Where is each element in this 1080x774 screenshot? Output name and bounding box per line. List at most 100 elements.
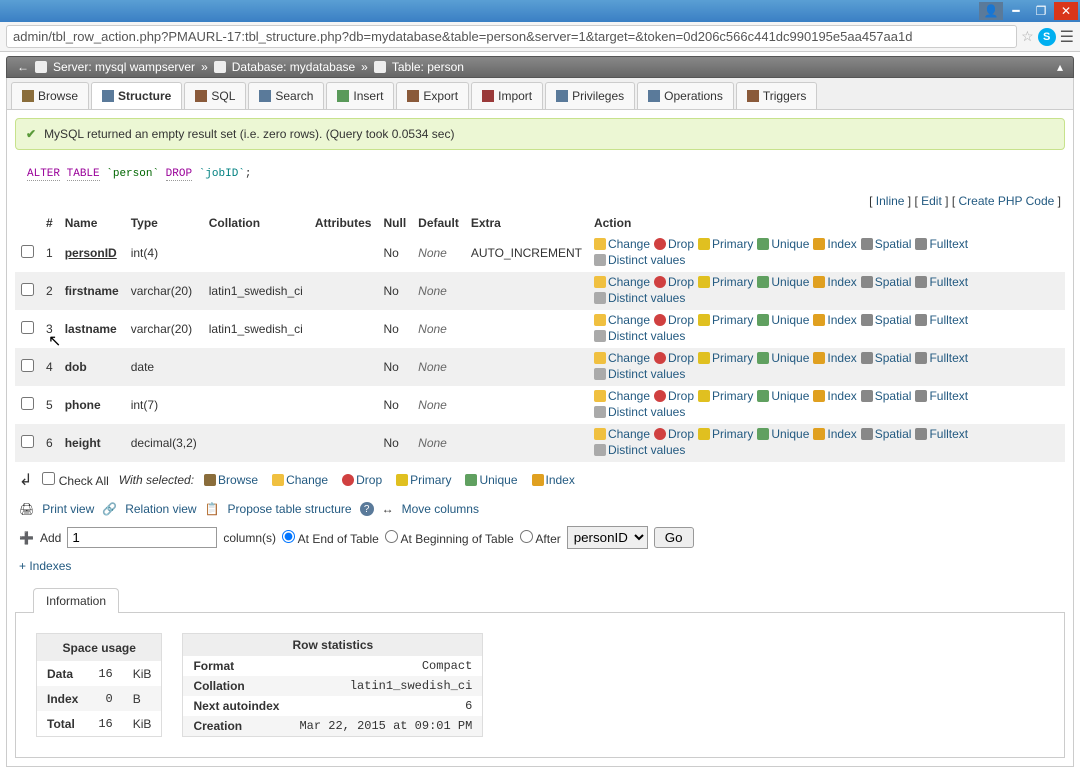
tab-operations[interactable]: Operations	[637, 82, 734, 109]
fulltext-link[interactable]: Fulltext	[915, 389, 968, 403]
help-icon[interactable]: ?	[360, 502, 374, 516]
after-radio[interactable]: After	[520, 530, 561, 546]
tab-sql[interactable]: SQL	[184, 82, 246, 109]
bulk-drop[interactable]: Drop	[342, 473, 382, 487]
unique-link[interactable]: Unique	[757, 275, 809, 289]
primary-link[interactable]: Primary	[698, 275, 753, 289]
move-columns[interactable]: Move columns	[402, 502, 479, 516]
distinct-link[interactable]: Distinct values	[594, 291, 685, 305]
change-link[interactable]: Change	[594, 313, 650, 327]
go-button[interactable]: Go	[654, 527, 694, 548]
unique-link[interactable]: Unique	[757, 389, 809, 403]
back-icon[interactable]: ←	[17, 60, 29, 74]
row-checkbox[interactable]	[21, 359, 34, 372]
after-select[interactable]: personID	[567, 526, 648, 549]
tab-import[interactable]: Import	[471, 82, 543, 109]
server-link[interactable]: Server: mysql wampserver	[53, 60, 195, 74]
change-link[interactable]: Change	[594, 427, 650, 441]
change-link[interactable]: Change	[594, 351, 650, 365]
row-checkbox[interactable]	[21, 245, 34, 258]
row-checkbox[interactable]	[21, 397, 34, 410]
bulk-change[interactable]: Change	[272, 473, 328, 487]
index-link[interactable]: Index	[813, 351, 856, 365]
index-link[interactable]: Index	[813, 389, 856, 403]
primary-link[interactable]: Primary	[698, 351, 753, 365]
distinct-link[interactable]: Distinct values	[594, 367, 685, 381]
bulk-unique[interactable]: Unique	[465, 473, 517, 487]
at-end-radio[interactable]: At End of Table	[282, 530, 379, 546]
table-link[interactable]: Table: person	[392, 60, 464, 74]
spatial-link[interactable]: Spatial	[861, 237, 912, 251]
fulltext-link[interactable]: Fulltext	[915, 427, 968, 441]
primary-link[interactable]: Primary	[698, 237, 753, 251]
distinct-link[interactable]: Distinct values	[594, 443, 685, 457]
primary-link[interactable]: Primary	[698, 313, 753, 327]
add-count-input[interactable]	[67, 527, 217, 548]
url-input[interactable]	[6, 25, 1017, 48]
distinct-link[interactable]: Distinct values	[594, 253, 685, 267]
check-all[interactable]: Check All	[42, 472, 108, 488]
distinct-link[interactable]: Distinct values	[594, 405, 685, 419]
spatial-link[interactable]: Spatial	[861, 351, 912, 365]
index-link[interactable]: Index	[813, 313, 856, 327]
inline-link[interactable]: Inline	[876, 194, 905, 208]
minimize-button[interactable]: ━	[1004, 2, 1028, 20]
tab-triggers[interactable]: Triggers	[736, 82, 818, 109]
fulltext-link[interactable]: Fulltext	[915, 351, 968, 365]
tab-privileges[interactable]: Privileges	[545, 82, 635, 109]
skype-icon[interactable]: S	[1038, 28, 1056, 46]
collapse-icon[interactable]: ▴	[1057, 60, 1063, 74]
index-link[interactable]: Index	[813, 275, 856, 289]
spatial-link[interactable]: Spatial	[861, 275, 912, 289]
primary-link[interactable]: Primary	[698, 389, 753, 403]
fulltext-link[interactable]: Fulltext	[915, 275, 968, 289]
print-view[interactable]: Print view	[42, 502, 94, 516]
bulk-primary[interactable]: Primary	[396, 473, 451, 487]
edit-link[interactable]: Edit	[921, 194, 942, 208]
spatial-link[interactable]: Spatial	[861, 427, 912, 441]
row-checkbox[interactable]	[21, 283, 34, 296]
unique-link[interactable]: Unique	[757, 351, 809, 365]
user-icon[interactable]: 👤	[979, 2, 1003, 20]
drop-link[interactable]: Drop	[654, 275, 694, 289]
maximize-button[interactable]: ❐	[1029, 2, 1053, 20]
tab-structure[interactable]: Structure	[91, 82, 182, 109]
unique-link[interactable]: Unique	[757, 313, 809, 327]
relation-view[interactable]: Relation view	[125, 502, 196, 516]
drop-link[interactable]: Drop	[654, 427, 694, 441]
indexes-toggle[interactable]: + Indexes	[15, 555, 1065, 577]
create-php-link[interactable]: Create PHP Code	[958, 194, 1054, 208]
tab-search[interactable]: Search	[248, 82, 324, 109]
drop-link[interactable]: Drop	[654, 237, 694, 251]
distinct-link[interactable]: Distinct values	[594, 329, 685, 343]
tab-browse[interactable]: Browse	[11, 82, 89, 109]
propose-structure[interactable]: Propose table structure	[228, 502, 352, 516]
bulk-index[interactable]: Index	[532, 473, 575, 487]
primary-link[interactable]: Primary	[698, 427, 753, 441]
spatial-link[interactable]: Spatial	[861, 313, 912, 327]
tab-insert[interactable]: Insert	[326, 82, 394, 109]
close-button[interactable]: ✕	[1054, 2, 1078, 20]
tab-export[interactable]: Export	[396, 82, 469, 109]
row-checkbox[interactable]	[21, 435, 34, 448]
drop-link[interactable]: Drop	[654, 351, 694, 365]
index-link[interactable]: Index	[813, 237, 856, 251]
database-link[interactable]: Database: mydatabase	[232, 60, 355, 74]
bulk-browse[interactable]: Browse	[204, 473, 258, 487]
unique-link[interactable]: Unique	[757, 237, 809, 251]
drop-link[interactable]: Drop	[654, 389, 694, 403]
change-link[interactable]: Change	[594, 389, 650, 403]
menu-icon[interactable]: ☰	[1060, 27, 1074, 47]
drop-link[interactable]: Drop	[654, 313, 694, 327]
fulltext-link[interactable]: Fulltext	[915, 313, 968, 327]
fulltext-link[interactable]: Fulltext	[915, 237, 968, 251]
row-checkbox[interactable]	[21, 321, 34, 334]
at-begin-radio[interactable]: At Beginning of Table	[385, 530, 514, 546]
change-link[interactable]: Change	[594, 275, 650, 289]
unique-link[interactable]: Unique	[757, 427, 809, 441]
bookmark-icon[interactable]: ☆	[1021, 28, 1034, 45]
change-link[interactable]: Change	[594, 237, 650, 251]
spatial-link[interactable]: Spatial	[861, 389, 912, 403]
info-tab[interactable]: Information	[33, 588, 119, 613]
index-link[interactable]: Index	[813, 427, 856, 441]
